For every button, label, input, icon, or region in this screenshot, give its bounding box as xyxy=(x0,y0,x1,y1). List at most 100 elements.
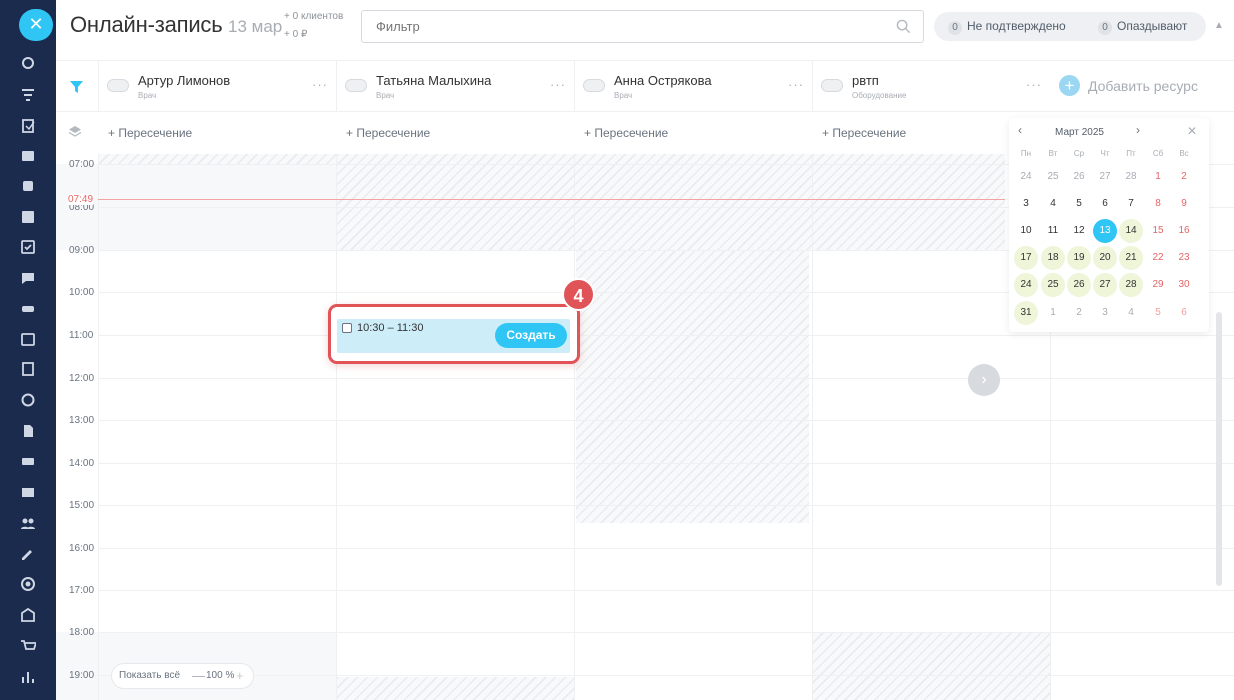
calendar-day[interactable]: 6 xyxy=(1172,301,1196,325)
file-icon[interactable] xyxy=(19,422,37,440)
sign-icon[interactable] xyxy=(19,544,37,562)
calendar-day[interactable]: 24 xyxy=(1014,165,1038,189)
calendar-day[interactable]: 12 xyxy=(1067,219,1091,243)
bank-icon[interactable] xyxy=(19,606,37,624)
resource-toggle[interactable] xyxy=(821,79,843,92)
reports-icon[interactable] xyxy=(19,668,37,686)
booking-icon[interactable] xyxy=(19,177,37,195)
calendar-day[interactable]: 2 xyxy=(1067,301,1091,325)
calendar-day[interactable]: 4 xyxy=(1119,301,1143,325)
calendar-day[interactable]: 27 xyxy=(1093,165,1117,189)
add-intersection-button[interactable]: + Пересечение xyxy=(822,126,906,140)
next-month-icon[interactable]: › xyxy=(1136,123,1140,137)
calendar-day[interactable]: 23 xyxy=(1172,246,1196,270)
calendar-day[interactable]: 27 xyxy=(1093,273,1117,297)
calendar-day[interactable]: 3 xyxy=(1093,301,1117,325)
add-intersection-button[interactable]: + Пересечение xyxy=(108,126,192,140)
show-all-button[interactable]: Показать всё xyxy=(119,670,180,681)
calendar-day[interactable]: 2 xyxy=(1172,165,1196,189)
late-filter[interactable]: 0 Опаздывают xyxy=(1098,19,1187,35)
crm-icon[interactable] xyxy=(19,54,37,72)
zoom-in-button[interactable]: + xyxy=(236,668,244,683)
cart-icon[interactable] xyxy=(19,637,37,655)
create-button[interactable]: Создать xyxy=(495,323,567,348)
scrollbar[interactable] xyxy=(1216,312,1222,586)
add-intersection-button[interactable]: + Пересечение xyxy=(584,126,668,140)
resource-column-header[interactable]: Татьяна Малыхина Врач ··· xyxy=(336,61,574,113)
calendar-day[interactable]: 13 xyxy=(1093,219,1117,243)
filter-box[interactable] xyxy=(361,10,924,43)
resource-column-header[interactable]: рвтп Оборудование ··· xyxy=(812,61,1050,113)
calendar-day[interactable]: 16 xyxy=(1172,219,1196,243)
slot-checkbox[interactable] xyxy=(342,323,352,333)
funnel-icon[interactable] xyxy=(70,81,83,93)
inbox-icon[interactable] xyxy=(19,208,37,226)
calendar-day[interactable]: 25 xyxy=(1041,165,1065,189)
collapse-icon[interactable]: ✕ xyxy=(1187,124,1197,138)
calendar-day[interactable]: 24 xyxy=(1014,273,1038,297)
resource-column-header[interactable]: Анна Острякова Врач ··· xyxy=(574,61,812,113)
calendar-day[interactable]: 26 xyxy=(1067,273,1091,297)
analytics-icon[interactable] xyxy=(19,391,37,409)
next-arrow-icon[interactable]: › xyxy=(968,364,1000,396)
resource-column-header[interactable]: Артур Лимонов Врач ··· xyxy=(98,61,336,113)
calendar-day[interactable]: 17 xyxy=(1014,246,1038,270)
calendar-day[interactable]: 11 xyxy=(1041,219,1065,243)
calendar-day[interactable]: 22 xyxy=(1146,246,1170,270)
calendar-day[interactable]: 15 xyxy=(1146,219,1170,243)
funnel-icon[interactable] xyxy=(19,86,37,104)
calendar-day[interactable]: 25 xyxy=(1041,273,1065,297)
scroll-up-icon[interactable]: ▲ xyxy=(1214,20,1224,31)
resource-toggle[interactable] xyxy=(345,79,367,92)
calendar-day[interactable]: 18 xyxy=(1041,246,1065,270)
calendar-day[interactable]: 4 xyxy=(1041,192,1065,216)
more-icon[interactable]: ··· xyxy=(312,77,328,92)
layers-icon[interactable] xyxy=(68,125,82,139)
chat-icon[interactable] xyxy=(19,269,37,287)
target-icon[interactable] xyxy=(19,575,37,593)
calendar-day[interactable]: 6 xyxy=(1093,192,1117,216)
resource-toggle[interactable] xyxy=(107,79,129,92)
calendar-day[interactable]: 1 xyxy=(1041,301,1065,325)
calendar-day[interactable]: 26 xyxy=(1067,165,1091,189)
unconfirmed-filter[interactable]: 0 Не подтверждено xyxy=(948,19,1066,35)
calendar-day[interactable]: 14 xyxy=(1119,219,1143,243)
calendar-day[interactable]: 7 xyxy=(1119,192,1143,216)
drive-icon[interactable] xyxy=(19,452,37,470)
calendar-day[interactable]: 29 xyxy=(1146,273,1170,297)
add-intersection-button[interactable]: + Пересечение xyxy=(346,126,430,140)
tasks-edit-icon[interactable] xyxy=(19,117,37,135)
calendar-day[interactable]: 10 xyxy=(1014,219,1038,243)
more-icon[interactable]: ··· xyxy=(550,77,566,92)
calendar-day[interactable]: 28 xyxy=(1119,165,1143,189)
car-icon[interactable] xyxy=(19,299,37,317)
prev-month-icon[interactable]: ‹ xyxy=(1018,123,1022,137)
zoom-out-button[interactable]: — xyxy=(192,668,205,683)
calendar-day[interactable]: 9 xyxy=(1172,192,1196,216)
calendar-day[interactable]: 19 xyxy=(1067,246,1091,270)
calendar-day[interactable]: 8 xyxy=(1146,192,1170,216)
filter-input[interactable] xyxy=(376,19,876,34)
calendar-day[interactable]: 1 xyxy=(1146,165,1170,189)
calendar-day[interactable]: 28 xyxy=(1119,273,1143,297)
documents-icon[interactable] xyxy=(19,360,37,378)
calendar-day[interactable]: 20 xyxy=(1093,246,1117,270)
calendar-day[interactable]: 5 xyxy=(1146,301,1170,325)
more-icon[interactable]: ··· xyxy=(788,77,804,92)
calendar-day[interactable]: 30 xyxy=(1172,273,1196,297)
calendar-icon[interactable] xyxy=(19,330,37,348)
close-icon[interactable]: ✕ xyxy=(19,9,53,41)
calendar-day[interactable]: 3 xyxy=(1014,192,1038,216)
checklist-icon[interactable] xyxy=(19,238,37,256)
more-icon[interactable]: ··· xyxy=(1026,77,1042,92)
contact-card-icon[interactable] xyxy=(19,147,37,165)
users-icon[interactable] xyxy=(19,514,37,532)
resource-toggle[interactable] xyxy=(583,79,605,92)
calendar-day[interactable]: 21 xyxy=(1119,246,1143,270)
calendar-day[interactable]: 31 xyxy=(1014,301,1038,325)
calendar-day[interactable]: 5 xyxy=(1067,192,1091,216)
search-icon[interactable] xyxy=(896,19,911,34)
page-date[interactable]: 13 мар xyxy=(228,17,282,37)
new-booking-slot[interactable]: 10:30 – 11:30 Создать xyxy=(337,319,570,353)
mail-icon[interactable] xyxy=(19,483,37,501)
